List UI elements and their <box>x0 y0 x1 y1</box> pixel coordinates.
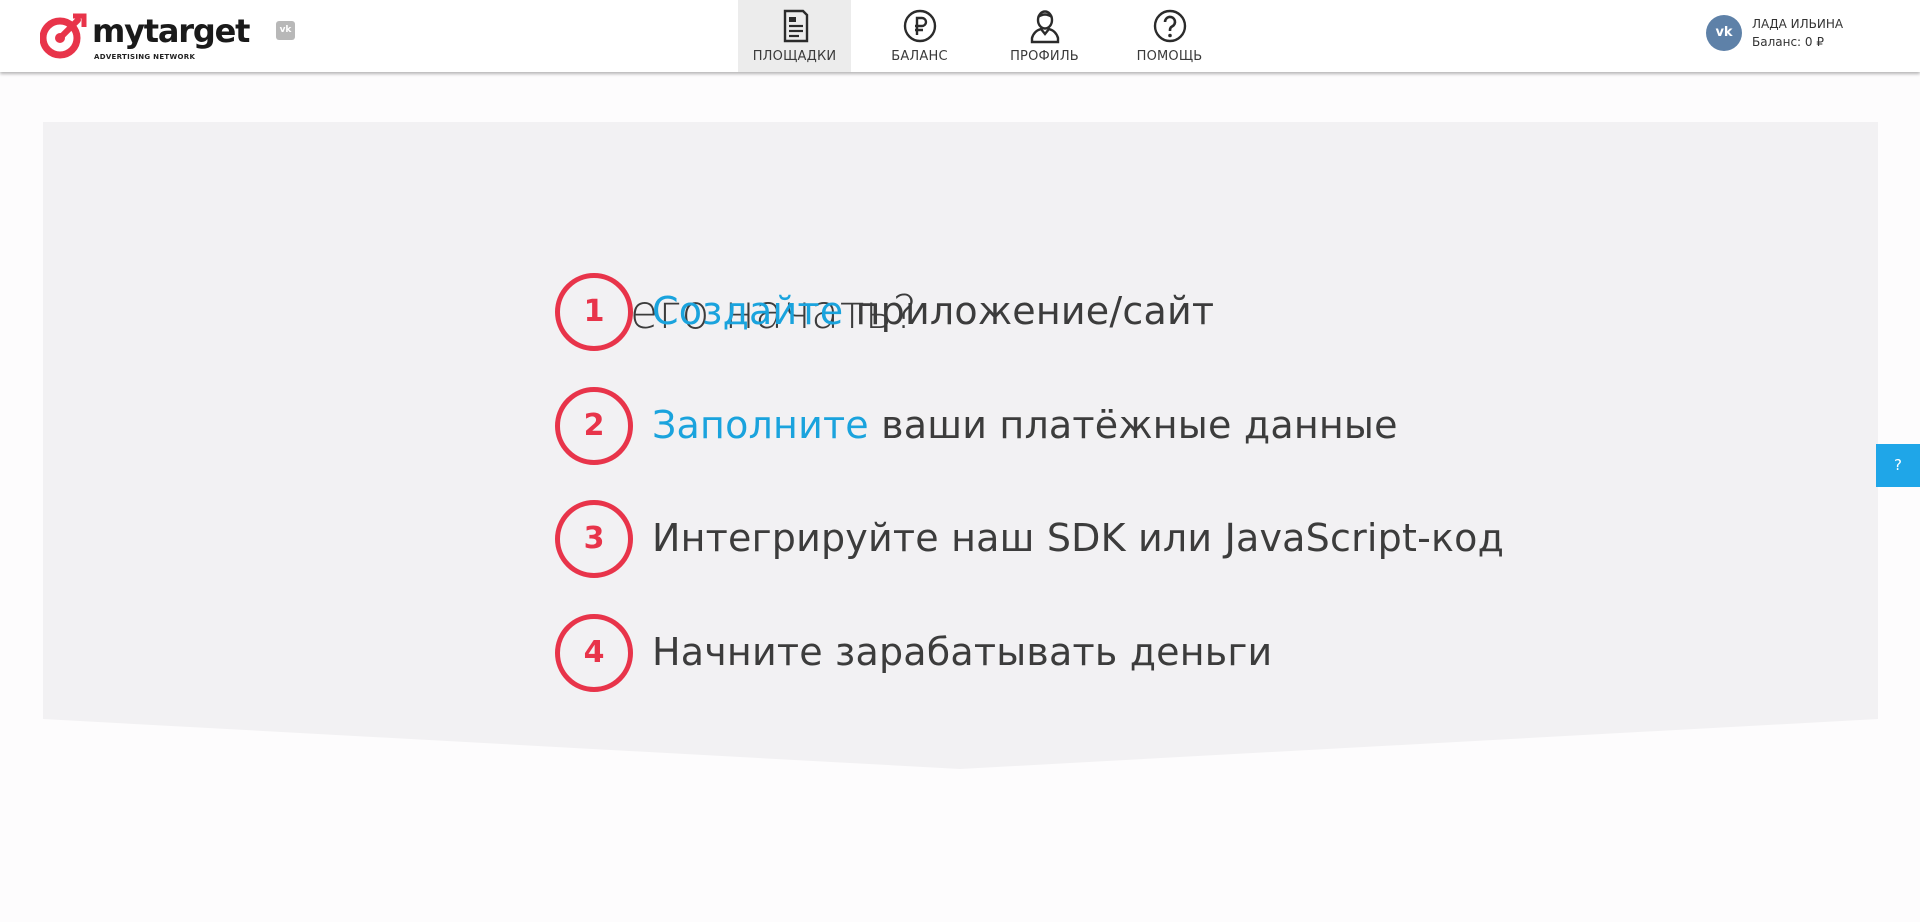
nav-label: ПЛОЩАДКИ <box>752 49 837 64</box>
user-name: ЛАДА ИЛЬИНА <box>1752 17 1844 31</box>
question-circle-icon <box>1153 9 1186 43</box>
ruble-coin-icon <box>903 9 936 43</box>
step-item: 4 Начните зарабатывать деньги <box>555 614 1555 692</box>
logo-tagline: ADVERTISING NETWORK <box>94 53 196 61</box>
step-text: Начните зарабатывать деньги <box>652 630 1272 674</box>
nav-label: БАЛАНС <box>891 49 948 64</box>
nav-item-help[interactable]: ПОМОЩЬ <box>1113 0 1226 72</box>
logo-wordmark: mytarget <box>92 12 250 50</box>
nav-item-platforms[interactable]: ПЛОЩАДКИ <box>738 0 851 72</box>
top-header: mytarget ADVERTISING NETWORK vk ПЛОЩАДКИ… <box>0 0 1920 72</box>
step-item: 1 Создайте приложение/сайт <box>555 273 1555 351</box>
step-item: 3 Интегрируйте наш SDK или JavaScript-ко… <box>555 500 1555 578</box>
fill-payment-link[interactable]: Заполните <box>652 403 869 447</box>
getting-started-panel: С чего начать? 1 Создайте приложение/сай… <box>43 122 1878 769</box>
step-description: Интегрируйте наш SDK или JavaScript-код <box>652 516 1505 560</box>
mytarget-logo[interactable]: mytarget ADVERTISING NETWORK <box>40 10 300 66</box>
step-number-badge: 4 <box>555 614 633 692</box>
user-profile-icon <box>1030 10 1059 44</box>
main-nav: ПЛОЩАДКИ БАЛАНС ПРОФИЛЬ ПОМОЩЬ <box>738 0 1238 72</box>
step-description: ваши платёжные данные <box>868 403 1398 447</box>
document-list-icon <box>783 9 808 43</box>
nav-label: ПРОФИЛЬ <box>1010 49 1079 64</box>
step-number-badge: 2 <box>555 387 633 465</box>
step-description: Начните зарабатывать деньги <box>652 630 1273 674</box>
step-item: 2 Заполните ваши платёжные данные <box>555 387 1555 465</box>
step-number-badge: 3 <box>555 500 633 578</box>
vk-badge-icon: vk <box>276 21 295 40</box>
target-logo-icon <box>40 13 87 59</box>
nav-item-balance[interactable]: БАЛАНС <box>863 0 976 72</box>
step-description: приложение/сайт <box>843 289 1215 333</box>
nav-label: ПОМОЩЬ <box>1136 49 1203 64</box>
user-balance: Баланс: 0 ₽ <box>1752 35 1824 49</box>
step-text: Заполните ваши платёжные данные <box>652 403 1398 447</box>
step-number-badge: 1 <box>555 273 633 351</box>
nav-item-profile[interactable]: ПРОФИЛЬ <box>988 0 1101 72</box>
help-tab-button[interactable]: ? <box>1876 444 1920 487</box>
vk-avatar-icon[interactable]: vk <box>1706 15 1742 51</box>
step-text: Создайте приложение/сайт <box>652 289 1214 333</box>
create-app-link[interactable]: Создайте <box>652 289 843 333</box>
step-text: Интегрируйте наш SDK или JavaScript-код <box>652 516 1504 560</box>
